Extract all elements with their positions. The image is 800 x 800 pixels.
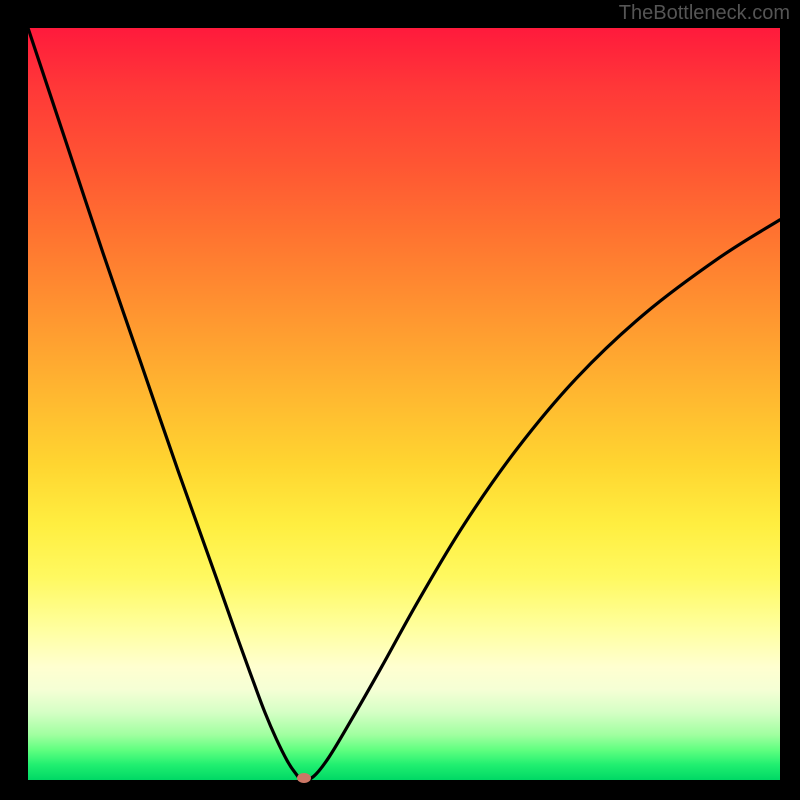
chart-plot-area	[28, 28, 780, 780]
chart-curve	[28, 28, 780, 780]
watermark-text: TheBottleneck.com	[619, 2, 790, 25]
chart-marker-dot	[297, 773, 311, 783]
chart-curve-svg	[28, 28, 780, 780]
